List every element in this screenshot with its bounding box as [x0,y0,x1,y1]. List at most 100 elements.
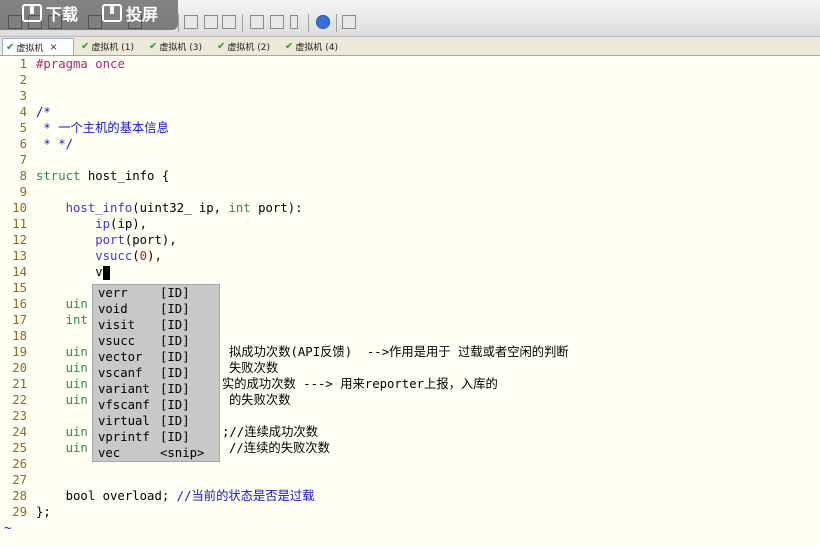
help-icon[interactable] [316,15,330,29]
line-number: 15 [12,281,27,295]
line-number: 7 [19,153,27,167]
run-icon[interactable] [270,15,284,29]
line-number: 14 [12,265,27,279]
line-number: 11 [12,217,27,231]
check-icon: ✔ [149,41,158,52]
check-icon: ✔ [217,41,226,52]
code-line-6: * */ [36,137,74,151]
code-line-20-tail: 失败次数 [229,361,279,375]
code-line-25: uin [36,441,88,455]
download-icon [22,4,42,22]
line-number: 17 [12,313,27,327]
replace-icon[interactable] [204,15,218,29]
code-line-19: uin [36,345,88,359]
completion-item[interactable]: void [ID] [98,301,190,317]
download-label: 下载 [46,5,79,24]
close-icon[interactable]: × [49,42,57,53]
tab-bar: ✔ 虚拟机 × ✔ 虚拟机 (1) ✔ 虚拟机 (3) ✔ 虚拟机 (2) ✔ … [0,37,820,56]
code-line-4: /* [36,105,51,119]
check-icon: ✔ [6,41,15,53]
code-line-24-tail: ;//连续成功次数 [222,425,318,439]
code-line-21-tail: 实的成功次数 ---> 用来reporter上报，入库的 [222,377,498,391]
tool-icon[interactable] [290,15,298,29]
line-number: 6 [19,137,27,151]
toolbar-divider [336,14,337,32]
text-cursor [102,265,110,280]
tab-vm[interactable]: ✔ 虚拟机 × [2,38,74,55]
line-number: 9 [19,185,27,199]
line-number: 26 [12,457,27,471]
code-line-19-tail: 拟成功次数(API反馈) -->作用是用于 过载或者空闲的判断 [229,345,569,359]
tab-vm-2[interactable]: ✔ 虚拟机 (2) [214,39,270,54]
download-button[interactable]: 下载 [22,0,78,26]
completion-item[interactable]: verr [ID] [98,285,190,301]
print-icon[interactable] [222,15,236,29]
code-line-20: uin [36,361,88,375]
tab-label: 虚拟机 [16,43,44,54]
find-icon[interactable] [184,15,198,29]
line-number: 24 [12,425,27,439]
line-number: 12 [12,233,27,247]
completion-item[interactable]: vfscanf [ID] [98,397,190,413]
tab-vm-4[interactable]: ✔ 虚拟机 (4) [282,39,338,54]
cast-icon [102,4,122,22]
completion-item[interactable]: vsucc [ID] [98,333,190,349]
code-line-22-tail: 的失败次数 [229,393,291,407]
line-number: 13 [12,249,27,263]
code-line-24: uin [36,425,88,439]
code-line-29: }; [36,505,51,519]
cast-button[interactable]: 投屏 [102,0,158,26]
code-line-10: host_info(uint32_ ip, int port): [36,201,303,215]
line-number: 28 [12,489,27,503]
code-line-14: v [36,264,110,280]
line-number: 8 [19,169,27,183]
code-line-22: uin [36,393,88,407]
line-number: 23 [12,409,27,423]
tab-label: 虚拟机 (4) [295,43,339,53]
toolbar-divider [242,14,243,32]
toolbar-divider [308,14,309,32]
completion-item[interactable]: visit [ID] [98,317,190,333]
code-line-17: int [36,313,88,327]
line-number: 1 [19,57,27,71]
line-number: 16 [12,297,27,311]
line-number: 21 [12,377,27,391]
line-number: 19 [12,345,27,359]
line-number: 10 [12,201,27,215]
code-line-5: * 一个主机的基本信息 [36,121,169,135]
completion-item[interactable]: variant [ID] [98,381,190,397]
line-number: 3 [19,89,27,103]
completion-item[interactable]: virtual [ID] [98,413,190,429]
tab-vm-3[interactable]: ✔ 虚拟机 (3) [146,39,202,54]
code-line-13: vsucc(0), [36,249,162,263]
autocomplete-popup[interactable]: verr [ID] void [ID] visit [ID] vsucc [ID] ve… [92,284,220,462]
empty-line-marker: ~ [4,521,12,535]
code-line-8: struct host_info { [36,169,170,183]
tab-vm-1[interactable]: ✔ 虚拟机 (1) [78,39,134,54]
code-line-28: bool overload; //当前的状态是否是过载 [36,489,315,503]
session-icon[interactable] [250,15,264,29]
tab-label: 虚拟机 (3) [159,43,203,53]
check-icon: ✔ [285,41,294,52]
line-number: 22 [12,393,27,407]
tab-label: 虚拟机 (2) [227,43,271,53]
line-number: 27 [12,473,27,487]
line-number: 29 [12,505,27,519]
completion-item[interactable]: vprintf [ID] [98,429,190,445]
tab-label: 虚拟机 (1) [91,43,135,53]
line-number: 5 [19,121,27,135]
line-number: 18 [12,329,27,343]
line-number: 4 [19,105,27,119]
check-icon: ✔ [81,41,90,52]
code-line-12: port(port), [36,233,177,247]
line-number: 25 [12,441,27,455]
completion-item[interactable]: vector [ID] [98,349,190,365]
code-line-1: #pragma once [36,57,125,71]
line-number: 20 [12,361,27,375]
window-icon[interactable] [342,15,356,29]
cast-label: 投屏 [126,5,159,24]
completion-item[interactable]: vscanf [ID] [98,365,190,381]
code-line-11: ip(ip), [36,217,148,231]
completion-item[interactable]: vec <snip> [98,445,204,461]
code-line-16: uin [36,297,88,311]
